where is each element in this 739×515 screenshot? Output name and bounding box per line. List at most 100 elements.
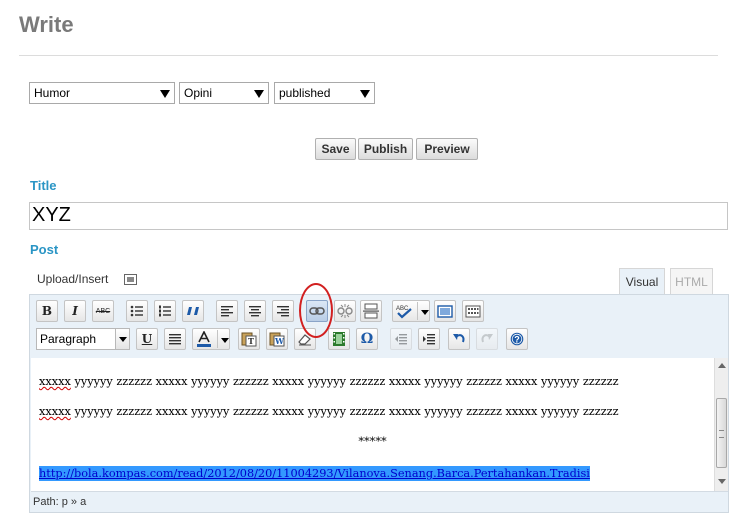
indent-button[interactable] <box>418 328 440 350</box>
title-input[interactable]: XYZ <box>29 202 728 230</box>
redo-button[interactable] <box>476 328 498 350</box>
outdent-button[interactable] <box>390 328 412 350</box>
scroll-down-icon[interactable] <box>718 479 726 484</box>
toolbar-toggle-icon <box>465 305 481 317</box>
section-select[interactable]: Opini <box>179 82 269 104</box>
align-right-button[interactable] <box>272 300 294 322</box>
chevron-down-icon <box>160 90 170 98</box>
strikethrough-button[interactable]: ABC <box>92 300 114 322</box>
editor-scrollbar[interactable] <box>714 358 728 491</box>
status-select[interactable]: published <box>274 82 375 104</box>
paste-word-icon: W <box>269 332 285 347</box>
svg-text:T: T <box>248 336 254 346</box>
element-path: Path: p » a <box>31 491 728 512</box>
align-right-icon <box>277 306 289 317</box>
text-color-button[interactable] <box>192 328 230 350</box>
underline-icon: U <box>141 332 153 346</box>
paragraph-text: yyyyyy zzzzzz xxxxx yyyyyy zzzzzz xxxxx … <box>70 375 619 388</box>
upload-insert-label: Upload/Insert <box>37 272 109 286</box>
chevron-down-icon <box>119 337 127 342</box>
justify-button[interactable] <box>164 328 186 350</box>
eraser-icon <box>298 334 311 346</box>
underline-button[interactable]: U <box>136 328 158 350</box>
quote-icon <box>187 307 199 315</box>
kitchen-sink-button[interactable] <box>462 300 484 322</box>
chevron-down-icon <box>254 90 264 98</box>
undo-icon <box>453 334 465 343</box>
tab-visual[interactable]: Visual <box>619 268 665 295</box>
format-dropdown-arrow <box>115 329 129 349</box>
editor-content[interactable]: xxxxx yyyyyy zzzzzz xxxxx yyyyyy zzzzzz … <box>31 358 714 491</box>
spellcheck-icon: ABC <box>396 306 412 319</box>
unlink-button[interactable] <box>334 300 356 322</box>
link-icon <box>309 307 325 315</box>
svg-text:W: W <box>274 336 285 346</box>
italic-icon: I <box>72 304 78 318</box>
paste-text-button[interactable]: T <box>238 328 260 350</box>
format-select-value: Paragraph <box>40 332 97 346</box>
add-image-icon[interactable] <box>124 274 137 285</box>
bold-button[interactable]: B <box>36 300 58 322</box>
save-button[interactable]: Save <box>315 138 356 160</box>
bullet-list-button[interactable] <box>126 300 148 322</box>
scroll-up-icon[interactable] <box>718 363 726 368</box>
preview-button[interactable]: Preview <box>416 138 478 160</box>
publish-button[interactable]: Publish <box>358 138 413 160</box>
outdent-icon <box>395 334 407 345</box>
fullscreen-button[interactable] <box>434 300 456 322</box>
numbered-list-button[interactable] <box>154 300 176 322</box>
clear-formatting-button[interactable] <box>294 328 316 350</box>
toolbar-row-2: Paragraph U T W Ω ? <box>30 328 728 354</box>
title-divider <box>19 55 718 56</box>
page-title: Write <box>19 12 74 37</box>
format-select[interactable]: Paragraph <box>36 328 130 350</box>
omega-icon: Ω <box>360 331 374 347</box>
tab-html[interactable]: HTML <box>670 268 713 295</box>
misspelled-word[interactable]: xxxxx <box>39 405 71 418</box>
section-select-value: Opini <box>184 86 213 100</box>
bold-icon: B <box>41 304 53 318</box>
chevron-down-icon <box>360 90 370 98</box>
unlink-icon <box>337 304 353 318</box>
paragraph-line-2: xxxxx yyyyyy zzzzzz xxxxx yyyyyy zzzzzz … <box>39 405 619 418</box>
title-label: Title <box>30 178 57 193</box>
bullet-list-icon <box>130 305 143 317</box>
help-icon: ? <box>510 332 524 346</box>
toolbar-row-1: B I ABC ABC <box>30 300 728 326</box>
blockquote-button[interactable] <box>182 300 204 322</box>
film-icon <box>333 332 345 346</box>
paste-text-icon: T <box>241 332 257 347</box>
align-justify-icon <box>169 334 181 345</box>
insert-more-button[interactable] <box>360 300 382 322</box>
selected-link[interactable]: http://bola.kompas.com/read/2012/08/20/1… <box>39 466 590 481</box>
paragraph-text: yyyyyy zzzzzz xxxxx yyyyyy zzzzzz xxxxx … <box>70 405 619 418</box>
indent-icon <box>423 334 435 345</box>
post-label: Post <box>30 242 59 257</box>
paragraph-line-1: xxxxx yyyyyy zzzzzz xxxxx yyyyyy zzzzzz … <box>39 375 619 388</box>
spellcheck-button[interactable]: ABC <box>392 300 430 322</box>
special-character-button[interactable]: Ω <box>356 328 378 350</box>
misspelled-word[interactable]: xxxxx <box>39 375 71 388</box>
insert-link-button[interactable] <box>306 300 328 322</box>
status-select-value: published <box>279 86 331 100</box>
insert-media-button[interactable] <box>328 328 350 350</box>
svg-text:?: ? <box>514 335 520 345</box>
undo-button[interactable] <box>448 328 470 350</box>
paste-word-button[interactable]: W <box>266 328 288 350</box>
category-select-value: Humor <box>34 86 71 100</box>
scrollbar-thumb[interactable] <box>716 398 727 468</box>
redo-icon <box>481 334 493 343</box>
help-button[interactable]: ? <box>506 328 528 350</box>
category-select[interactable]: Humor <box>29 82 175 104</box>
post-editor: B I ABC ABC Paragraph U T W Ω ? xxxxx yy… <box>29 294 729 513</box>
align-left-button[interactable] <box>216 300 238 322</box>
align-center-icon <box>249 306 261 317</box>
numbered-list-icon <box>159 305 171 317</box>
align-left-icon <box>221 306 233 317</box>
chevron-down-icon <box>221 338 229 343</box>
page-break-icon <box>363 303 379 319</box>
strikethrough-icon: ABC <box>95 307 111 315</box>
italic-button[interactable]: I <box>64 300 86 322</box>
align-center-button[interactable] <box>244 300 266 322</box>
text-color-icon <box>197 331 211 347</box>
